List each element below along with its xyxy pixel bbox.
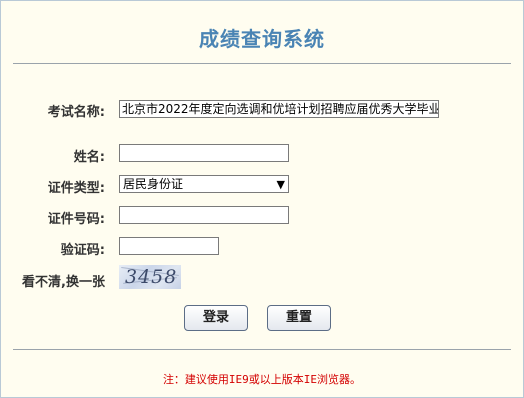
captcha-label: 验证码: (60, 243, 105, 258)
page-title: 成绩查询系统 (199, 27, 325, 51)
top-divider (13, 63, 511, 64)
name-input[interactable] (119, 144, 289, 162)
id-number-label: 证件号码: (47, 212, 105, 227)
name-label: 姓名: (73, 150, 105, 165)
captcha-input[interactable] (119, 237, 219, 255)
captcha-image-text: 3458 (125, 266, 178, 288)
bottom-divider (13, 349, 511, 350)
captcha-image[interactable]: 3458 (119, 265, 181, 289)
chevron-down-icon: ▼ (276, 178, 285, 191)
login-button[interactable]: 登录 (184, 305, 248, 331)
id-number-input[interactable] (119, 206, 289, 224)
exam-name-field[interactable]: 北京市2022年度定向选调和优培计划招聘应届优秀大学毕业生 (119, 100, 439, 118)
reset-button[interactable]: 重置 (267, 305, 331, 331)
browser-notice: 注：建议使用IE9或以上版本IE浏览器。 (162, 373, 362, 386)
login-panel: 成绩查询系统 考试名称: 北京市2022年度定向选调和优培计划招聘应届优秀大学毕… (0, 0, 524, 398)
id-type-select[interactable]: 居民身份证 ▼ (119, 175, 289, 193)
exam-name-label: 考试名称: (47, 105, 105, 120)
id-type-selected-value: 居民身份证 (123, 177, 184, 191)
refresh-captcha-link[interactable]: 看不清,换一张 (9, 271, 105, 290)
id-type-label: 证件类型: (47, 181, 105, 196)
